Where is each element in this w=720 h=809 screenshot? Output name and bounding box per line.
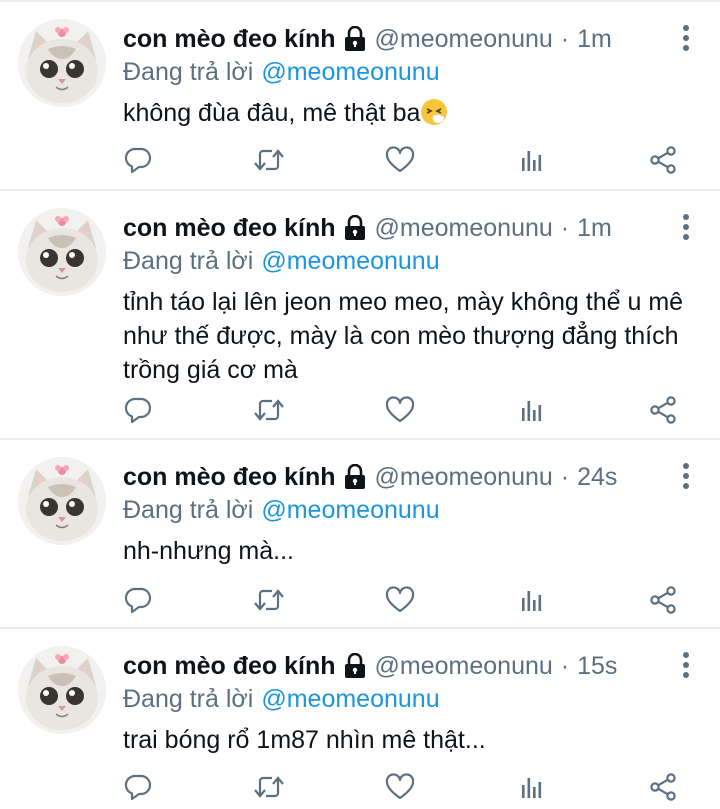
reply-context: Đang trả lời @meomeonunu xyxy=(123,247,440,276)
retweet-icon xyxy=(254,399,284,421)
share-icon xyxy=(650,396,676,424)
like-button[interactable] xyxy=(383,770,417,804)
reply-button[interactable] xyxy=(121,583,155,617)
cat-avatar-icon[interactable] xyxy=(18,19,106,107)
tweet-text: nh-nhưng mà... xyxy=(123,537,294,565)
display-name[interactable]: con mèo đeo kính xyxy=(123,214,336,243)
handle[interactable]: @meomeonunu xyxy=(375,652,553,681)
tweet-actions xyxy=(0,770,720,804)
lock-icon xyxy=(344,215,365,240)
like-button[interactable] xyxy=(383,393,417,427)
mention-link[interactable]: @meomeonunu xyxy=(261,685,439,713)
handle[interactable]: @meomeonunu xyxy=(375,214,553,243)
reply-button[interactable] xyxy=(121,143,155,177)
analytics-button[interactable] xyxy=(514,770,548,804)
reply-context: Đang trả lời @meomeonunu xyxy=(123,58,440,87)
cat-avatar-icon[interactable] xyxy=(18,646,106,734)
share-button[interactable] xyxy=(646,770,680,804)
like-button[interactable] xyxy=(383,583,417,617)
retweet-button[interactable] xyxy=(252,143,286,177)
share-icon xyxy=(650,146,676,174)
analytics-icon xyxy=(522,401,542,421)
like-icon xyxy=(385,773,415,800)
tweet[interactable]: con mèo đeo kính @meomeonunu · 15s Đang … xyxy=(0,629,720,809)
analytics-button[interactable] xyxy=(514,143,548,177)
retweet-button[interactable] xyxy=(252,393,286,427)
tweet-text: tỉnh táo lại lên jeon meo meo, mày không… xyxy=(123,288,684,384)
analytics-icon xyxy=(522,591,542,611)
more-options-icon[interactable] xyxy=(682,24,690,52)
reply-icon xyxy=(124,397,152,424)
share-button[interactable] xyxy=(646,143,680,177)
reply-prefix: Đang trả lời xyxy=(123,685,254,713)
tweet-header: con mèo đeo kính @meomeonunu · 1m xyxy=(123,211,612,245)
like-button[interactable] xyxy=(383,143,417,177)
reply-context: Đang trả lời @meomeonunu xyxy=(123,685,440,714)
tweet-text-content: không đùa đâu, mê thật ba xyxy=(123,99,421,127)
display-name[interactable]: con mèo đeo kính xyxy=(123,25,336,54)
timestamp[interactable]: 15s xyxy=(577,652,617,681)
like-icon xyxy=(385,586,415,613)
tweet[interactable]: con mèo đeo kính @meomeonunu · 1m Đang t… xyxy=(0,2,720,191)
tweet-text: trai bóng rổ 1m87 nhìn mê thật... xyxy=(123,726,486,754)
timestamp[interactable]: 24s xyxy=(577,463,617,492)
cat-avatar-icon[interactable] xyxy=(18,208,106,296)
lock-icon xyxy=(344,464,365,489)
retweet-icon xyxy=(254,776,284,798)
more-options-icon[interactable] xyxy=(682,651,690,679)
retweet-icon xyxy=(254,149,284,171)
timestamp[interactable]: 1m xyxy=(577,214,612,243)
reply-icon xyxy=(124,587,152,614)
tweet[interactable]: con mèo đeo kính @meomeonunu · 1m Đang t… xyxy=(0,191,720,440)
tweet-text: không đùa đâu, mê thật ba xyxy=(123,96,703,130)
reply-icon xyxy=(124,774,152,801)
reply-icon xyxy=(124,147,152,174)
reply-prefix: Đang trả lời xyxy=(123,247,254,275)
tweet-header: con mèo đeo kính @meomeonunu · 1m xyxy=(123,22,612,56)
sneezing-face-emoji xyxy=(421,99,448,125)
separator-dot: · xyxy=(560,24,570,53)
share-icon xyxy=(650,773,676,801)
reply-prefix: Đang trả lời xyxy=(123,496,254,524)
tweet-actions xyxy=(0,143,720,177)
reply-prefix: Đang trả lời xyxy=(123,58,254,86)
share-icon xyxy=(650,586,676,614)
reply-context: Đang trả lời @meomeonunu xyxy=(123,496,440,525)
retweet-button[interactable] xyxy=(252,770,286,804)
handle[interactable]: @meomeonunu xyxy=(375,25,553,54)
separator-dot: · xyxy=(560,651,570,680)
display-name[interactable]: con mèo đeo kính xyxy=(123,463,336,492)
tweet-actions xyxy=(0,583,720,617)
display-name[interactable]: con mèo đeo kính xyxy=(123,652,336,681)
like-icon xyxy=(385,146,415,173)
mention-link[interactable]: @meomeonunu xyxy=(261,496,439,524)
retweet-icon xyxy=(254,589,284,611)
tweet[interactable]: con mèo đeo kính @meomeonunu · 24s Đang … xyxy=(0,440,720,629)
mention-link[interactable]: @meomeonunu xyxy=(261,58,439,86)
mention-link[interactable]: @meomeonunu xyxy=(261,247,439,275)
lock-icon xyxy=(344,653,365,678)
like-icon xyxy=(385,396,415,423)
reply-button[interactable] xyxy=(121,393,155,427)
lock-icon xyxy=(344,26,365,51)
timestamp[interactable]: 1m xyxy=(577,25,612,54)
analytics-icon xyxy=(522,151,542,171)
analytics-button[interactable] xyxy=(514,393,548,427)
analytics-button[interactable] xyxy=(514,583,548,617)
separator-dot: · xyxy=(560,462,570,491)
more-options-icon[interactable] xyxy=(682,213,690,241)
retweet-button[interactable] xyxy=(252,583,286,617)
tweet-header: con mèo đeo kính @meomeonunu · 15s xyxy=(123,649,617,683)
analytics-icon xyxy=(522,778,542,798)
share-button[interactable] xyxy=(646,393,680,427)
cat-avatar-icon[interactable] xyxy=(18,457,106,545)
more-options-icon[interactable] xyxy=(682,462,690,490)
tweet-header: con mèo đeo kính @meomeonunu · 24s xyxy=(123,460,617,494)
share-button[interactable] xyxy=(646,583,680,617)
tweet-actions xyxy=(0,393,720,427)
reply-button[interactable] xyxy=(121,770,155,804)
separator-dot: · xyxy=(560,213,570,242)
handle[interactable]: @meomeonunu xyxy=(375,463,553,492)
